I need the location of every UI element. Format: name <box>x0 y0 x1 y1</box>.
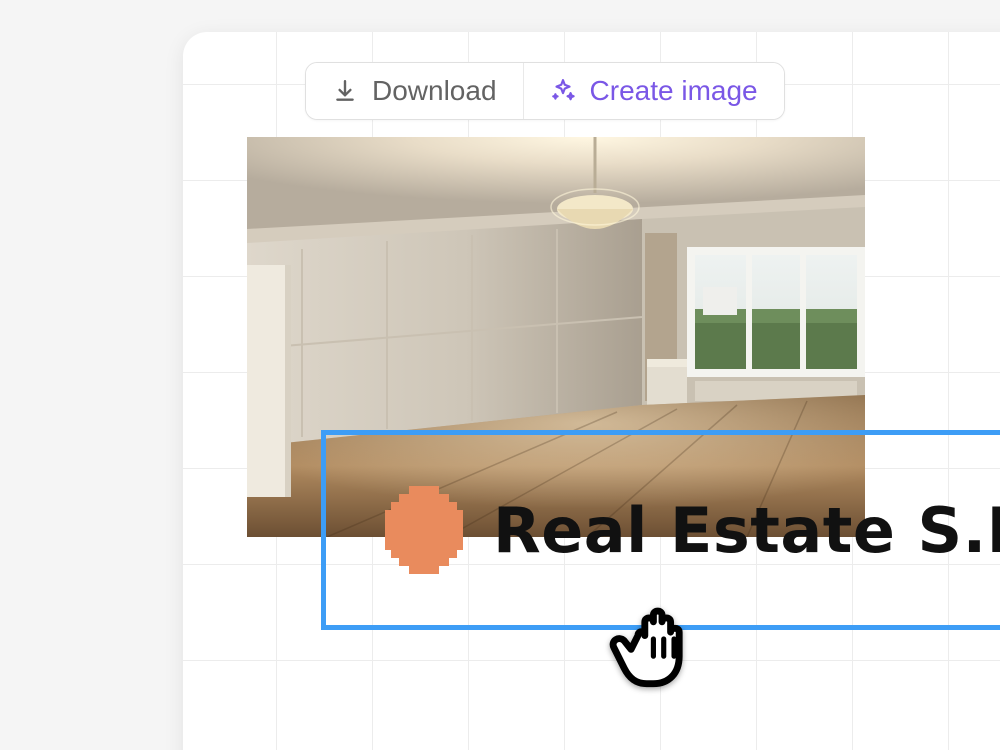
canvas-toolbar: Download Create image <box>305 62 785 120</box>
download-label: Download <box>372 77 497 105</box>
canvas-window: Download Create image <box>183 32 1000 750</box>
create-image-label: Create image <box>590 77 758 105</box>
brand-text: Real Estate S.L. <box>493 494 1000 567</box>
create-image-button[interactable]: Create image <box>523 63 784 119</box>
sparkle-icon <box>550 78 576 104</box>
download-icon <box>332 78 358 104</box>
download-button[interactable]: Download <box>306 63 523 119</box>
grab-cursor-icon <box>607 584 717 694</box>
brand-logo-mark <box>381 486 467 574</box>
